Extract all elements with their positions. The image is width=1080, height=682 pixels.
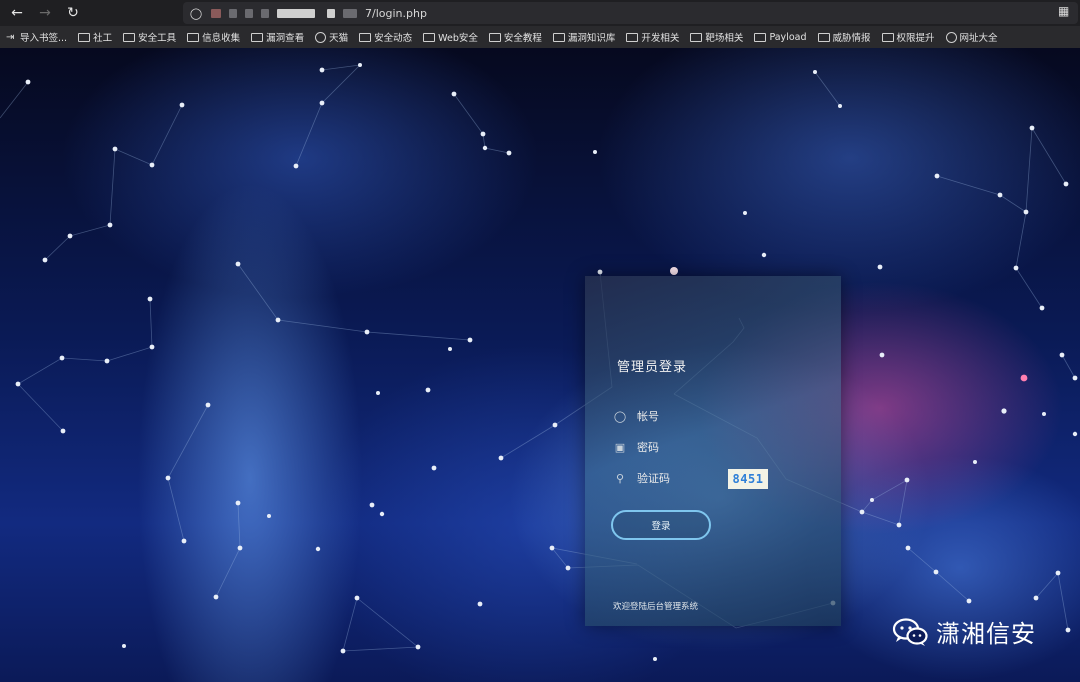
url-redacted-block xyxy=(229,8,237,18)
bookmark-label: 信息收集 xyxy=(202,33,241,44)
bookmark-label: 开发相关 xyxy=(641,33,680,44)
captcha-label: 验证码 xyxy=(637,472,670,485)
folder-icon xyxy=(123,32,136,42)
bookmark-item[interactable]: ⇥ 导入书签... xyxy=(6,30,67,44)
bookmark-label: 社工 xyxy=(93,33,113,44)
password-label: 密码 xyxy=(637,441,659,454)
account-label: 帐号 xyxy=(637,410,659,423)
key-icon: ⚲ xyxy=(615,471,625,485)
url-redacted-block xyxy=(261,8,269,18)
login-panel: 管理员登录 ◯ 帐号 ▣ 密码 ⚲ 验证码 8451 登录 欢迎登陆后台管理系统 xyxy=(585,276,841,626)
folder-icon xyxy=(881,32,894,42)
bright-star xyxy=(670,267,678,275)
folder-icon xyxy=(251,32,264,42)
captcha-field[interactable]: ⚲ 验证码 xyxy=(613,468,670,488)
qr-code-icon[interactable]: ▦ xyxy=(1058,4,1072,18)
bookmark-item[interactable]: 开发相关 xyxy=(626,30,679,44)
bookmark-label: 漏洞知识库 xyxy=(567,33,616,44)
globe-icon xyxy=(945,31,957,43)
bookmark-label: 安全工具 xyxy=(138,33,177,44)
captcha-image[interactable]: 8451 xyxy=(728,469,768,489)
bookmark-item[interactable]: 安全工具 xyxy=(123,30,176,44)
address-bar[interactable]: ◯ 7/login.php xyxy=(183,2,1078,24)
wechat-icon xyxy=(892,617,928,646)
bookmark-label: 安全动态 xyxy=(374,33,413,44)
account-field[interactable]: ◯ 帐号 xyxy=(613,406,659,426)
url-redacted-block xyxy=(277,8,315,18)
url-redacted-block xyxy=(245,8,253,18)
bookmark-label: 靶场相关 xyxy=(705,33,744,44)
bookmark-label: Web安全 xyxy=(438,33,478,44)
login-page-background: 管理员登录 ◯ 帐号 ▣ 密码 ⚲ 验证码 8451 登录 欢迎登陆后台管理系统 xyxy=(0,48,1080,682)
bookmarks-bar: ⇥ 导入书签... 社工 安全工具 信息收集 漏洞查看 天猫 安全动态 Web安全 安全教程 漏洞知… xyxy=(0,26,1080,48)
bookmark-item[interactable]: 靶场相关 xyxy=(690,30,743,44)
shield-icon[interactable]: ◯ xyxy=(189,6,203,20)
login-button[interactable]: 登录 xyxy=(611,510,711,540)
bookmark-item[interactable]: Payload xyxy=(754,31,807,43)
url-redacted-block xyxy=(327,8,335,18)
back-arrow-icon[interactable]: ← xyxy=(6,2,28,24)
bookmark-item[interactable]: 天猫 xyxy=(315,30,348,44)
forward-arrow-icon[interactable]: → xyxy=(34,2,56,24)
bookmark-label: 天猫 xyxy=(329,33,349,44)
folder-icon xyxy=(488,32,501,42)
lock-icon: ▣ xyxy=(614,440,626,454)
browser-toolbar: ← → ↻ ◯ 7/login.php ▦ xyxy=(0,0,1080,26)
bookmark-item[interactable]: 威胁情报 xyxy=(817,30,871,44)
login-title: 管理员登录 xyxy=(617,360,688,375)
bookmark-item[interactable]: 权限提升 xyxy=(881,30,935,44)
user-icon: ◯ xyxy=(613,409,627,423)
bookmark-item[interactable]: 网址大全 xyxy=(945,30,998,44)
folder-icon xyxy=(187,32,200,42)
bookmark-item[interactable]: 漏洞知识库 xyxy=(552,30,616,44)
bookmark-item[interactable]: 安全教程 xyxy=(488,30,542,44)
url-text: 7/login.php xyxy=(365,6,427,20)
bookmark-item[interactable]: 信息收集 xyxy=(187,30,240,44)
bookmark-label: 漏洞查看 xyxy=(266,33,305,44)
welcome-text: 欢迎登陆后台管理系统 xyxy=(613,602,699,612)
url-redacted-block xyxy=(211,8,221,18)
folder-icon xyxy=(552,32,565,42)
bookmark-item[interactable]: 社工 xyxy=(78,30,112,44)
bookmark-label: Payload xyxy=(769,31,807,43)
bookmark-item[interactable]: 安全动态 xyxy=(359,30,412,44)
import-icon: ⇥ xyxy=(6,31,15,43)
url-redacted-block xyxy=(343,8,357,18)
folder-icon xyxy=(78,32,91,42)
bookmark-item[interactable]: Web安全 xyxy=(423,30,478,44)
folder-icon xyxy=(754,32,767,42)
wechat-watermark: 潇湘信安 xyxy=(892,614,1036,649)
folder-icon xyxy=(626,32,639,42)
constellation-lines xyxy=(0,64,1076,652)
globe-icon xyxy=(315,31,327,43)
folder-icon xyxy=(817,32,830,42)
bookmark-label: 权限提升 xyxy=(896,33,935,44)
reload-icon[interactable]: ↻ xyxy=(62,2,84,24)
bookmark-item[interactable]: 漏洞查看 xyxy=(251,30,304,44)
constellation-animation xyxy=(0,63,1078,661)
bookmark-label: 导入书签... xyxy=(20,33,68,44)
password-field[interactable]: ▣ 密码 xyxy=(613,437,659,457)
watermark-text: 潇湘信安 xyxy=(936,620,1036,648)
folder-icon xyxy=(423,32,436,42)
constellation-stars xyxy=(15,63,1078,661)
bookmark-label: 安全教程 xyxy=(503,33,542,44)
bookmark-label: 网址大全 xyxy=(959,33,998,44)
folder-icon xyxy=(690,32,703,42)
bookmark-label: 威胁情报 xyxy=(832,33,871,44)
bright-star xyxy=(1020,374,1028,382)
folder-icon xyxy=(359,32,372,42)
